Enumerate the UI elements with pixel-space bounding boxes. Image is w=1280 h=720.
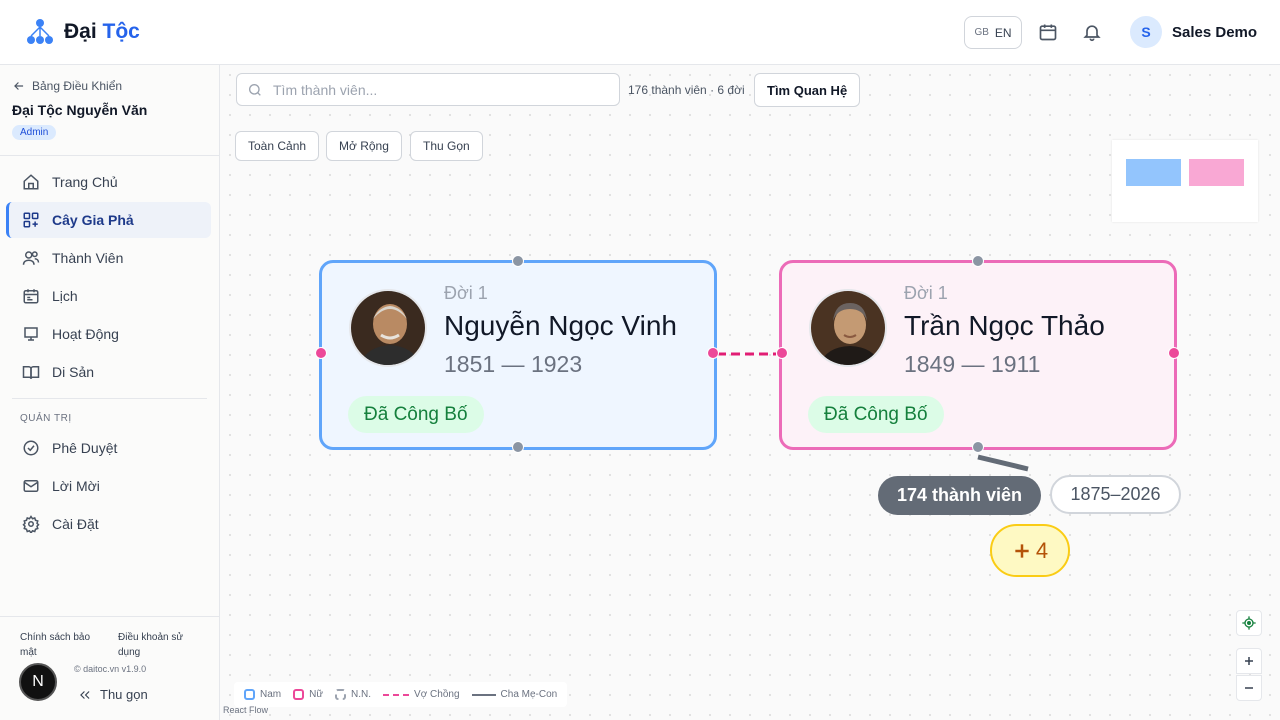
tree-canvas[interactable]: 176 thành viên · 6 đời Tìm Quan Hệ Toàn … [220, 65, 1280, 720]
portrait-female [809, 289, 887, 367]
crosshair-icon [1242, 616, 1256, 630]
zoom-in-button[interactable] [1236, 648, 1262, 674]
plus-icon [1015, 543, 1029, 558]
person-years: 1849 — 1911 [904, 351, 1041, 377]
notifications-button[interactable] [1080, 20, 1104, 44]
legend-male: Nam [244, 689, 281, 700]
legend: Nam Nữ N.N. Vợ Chồng Cha Mẹ-Con [234, 682, 568, 707]
person-node-female[interactable]: Đời 1 Trần Ngọc Thảo 1849 — 1911 Đã Công… [779, 260, 1177, 450]
sidebar-item-settings[interactable]: Cài Đặt [6, 506, 211, 542]
divider [0, 616, 219, 617]
user-name: Sales Demo [1172, 23, 1258, 41]
mail-icon [23, 480, 39, 492]
assistant-avatar[interactable]: N [19, 663, 57, 701]
terms-link[interactable]: Điều khoản sử dụng [118, 630, 194, 660]
admin-section-label: QUẢN TRỊ [20, 413, 72, 424]
language-switch-button[interactable]: GB EN [964, 16, 1022, 49]
male-swatch-icon [244, 689, 255, 700]
legend-spouse: Vợ Chồng [383, 689, 460, 700]
settings-icon [22, 515, 40, 533]
book-icon [22, 366, 40, 379]
status-badge: Đã Công Bố [348, 396, 484, 433]
person-node-male[interactable]: Đời 1 Nguyễn Ngọc Vinh 1851 — 1923 Đã Cô… [319, 260, 717, 450]
sidebar-item-home[interactable]: Trang Chủ [6, 164, 211, 200]
privacy-policy-link[interactable]: Chính sách bảo mật [20, 630, 100, 660]
node-handle-left[interactable] [776, 347, 788, 359]
calendar-icon [1039, 24, 1057, 41]
legend-parent-child: Cha Mẹ-Con [471, 689, 557, 700]
node-handle-bottom[interactable] [972, 441, 984, 453]
flag-icon: GB [974, 27, 989, 38]
family-tree-logo-icon [27, 19, 53, 44]
users-icon [22, 251, 40, 265]
app-header: Đại Tộc GB EN S Sales Demo [0, 0, 1280, 65]
bell-icon [1083, 25, 1101, 42]
descendant-count-pill[interactable]: 174 thành viên [878, 476, 1041, 515]
divider [12, 398, 207, 399]
divider [0, 155, 219, 156]
node-handle-left[interactable] [315, 347, 327, 359]
node-handle-top[interactable] [972, 255, 984, 267]
sidebar-item-invitations[interactable]: Lời Mời [6, 468, 211, 504]
node-handle-top[interactable] [512, 255, 524, 267]
year-range-pill: 1875–2026 [1050, 475, 1181, 514]
status-badge: Đã Công Bố [808, 396, 944, 433]
person-name: Trần Ngọc Thảo [904, 310, 1105, 341]
sidebar-item-members[interactable]: Thành Viên [6, 240, 211, 276]
generation-label: Đời 1 [904, 283, 948, 303]
calendar-button[interactable] [1036, 20, 1060, 44]
react-flow-attribution[interactable]: React Flow [223, 705, 268, 715]
check-circle-icon [23, 440, 39, 456]
sidebar-item-family-tree[interactable]: Cây Gia Phả [6, 202, 211, 238]
zoom-out-button[interactable] [1236, 675, 1262, 701]
elderly-woman-portrait-icon [811, 291, 885, 365]
back-to-dashboard-link[interactable]: Bảng Điều Khiển [12, 79, 122, 93]
parent-child-line-icon [471, 693, 496, 696]
parent-child-edge [977, 454, 1029, 472]
locate-button[interactable] [1236, 610, 1262, 636]
sidebar-item-approvals[interactable]: Phê Duyệt [6, 430, 211, 466]
sidebar-item-activity[interactable]: Hoạt Động [6, 316, 211, 352]
female-swatch-icon [293, 689, 305, 700]
role-badge: Admin [12, 125, 57, 140]
generation-label: Đời 1 [444, 283, 488, 303]
person-name: Nguyễn Ngọc Vinh [444, 310, 677, 341]
unknown-swatch-icon [335, 689, 347, 700]
plus-icon [1245, 657, 1253, 665]
sidebar-item-calendar[interactable]: Lịch [6, 278, 211, 314]
minus-icon [1245, 687, 1253, 689]
legend-female: Nữ [293, 689, 323, 700]
version-label: © daitoc.vn v1.9.0 [74, 664, 147, 674]
logo-text: Đại Tộc [64, 20, 140, 43]
node-handle-right[interactable] [707, 347, 719, 359]
tree-icon [23, 212, 39, 228]
clan-name: Đại Tộc Nguyễn Văn [12, 102, 148, 118]
calendar-icon [23, 289, 39, 304]
chevrons-left-icon [80, 690, 90, 699]
sidebar-item-heritage[interactable]: Di Sản [6, 354, 211, 390]
node-handle-bottom[interactable] [512, 441, 524, 453]
home-icon [23, 174, 39, 190]
legend-unknown: N.N. [335, 689, 371, 700]
activity-icon [24, 327, 38, 341]
collapse-sidebar-button[interactable]: Thu gọn [78, 687, 148, 702]
person-years: 1851 — 1923 [444, 351, 583, 377]
language-code: EN [994, 25, 1012, 40]
user-avatar: S [1130, 16, 1162, 48]
portrait-male [349, 289, 427, 367]
logo[interactable]: Đại Tộc [26, 18, 140, 46]
spouse-line-icon [383, 693, 410, 696]
user-menu[interactable]: S Sales Demo [1130, 16, 1257, 48]
arrow-left-icon [14, 82, 24, 90]
expand-more-button[interactable]: 4 [990, 524, 1070, 577]
sidebar: Bảng Điều Khiển Đại Tộc Nguyễn Văn Admin… [0, 65, 220, 720]
elderly-man-portrait-icon [351, 291, 425, 365]
node-handle-right[interactable] [1168, 347, 1180, 359]
